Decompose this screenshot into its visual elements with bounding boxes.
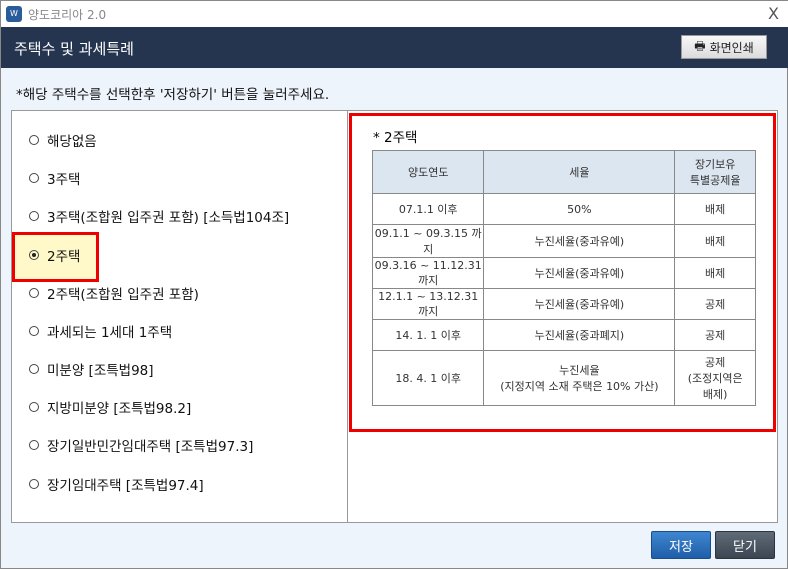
- radio-button[interactable]: [29, 479, 39, 489]
- title-bar: W 양도코리아 2.0 X: [1, 1, 788, 27]
- option-8[interactable]: 장기일반민간임대주택 [조특법97.3]: [29, 435, 253, 455]
- table-cell: 공제 (조정지역은 배제): [674, 350, 756, 406]
- tax-rate-table: 양도연도 세율 장기보유 특별공제율 07.1.1 이후 50% 배제 09.1.1 ~ …: [371, 150, 756, 406]
- print-screen-button[interactable]: 🖶 화면인쇄: [681, 35, 767, 59]
- table-cell: 12.1.1 ~ 13.12.31 까지: [371, 288, 485, 320]
- close-button[interactable]: 닫기: [715, 531, 775, 559]
- table-cell: 누진세율(중과폐지): [483, 319, 676, 351]
- table-row: 09.1.1 ~ 09.3.15 까지 누진세율(중과유예) 배제: [371, 224, 756, 258]
- divider: [347, 111, 348, 522]
- instruction-text: *해당 주택수를 선택한후 '저장하기' 버튼을 눌러주세요.: [16, 87, 330, 103]
- table-cell: 누진세율(중과유예): [483, 224, 676, 258]
- option-5[interactable]: 과세되는 1세대 1주택: [29, 321, 172, 341]
- table-cell: 09.3.16 ~ 11.12.31까지: [371, 257, 485, 289]
- table-row: 12.1.1 ~ 13.12.31 까지 누진세율(중과유예) 공제: [371, 288, 756, 320]
- option-label: 2주택: [47, 249, 81, 265]
- option-3[interactable]: 2주택: [29, 245, 80, 265]
- printer-icon: 🖶: [694, 38, 706, 53]
- table-cell: 50%: [483, 193, 676, 225]
- radio-button[interactable]: [29, 135, 39, 145]
- radio-button[interactable]: [29, 364, 39, 374]
- window-close-button[interactable]: X: [768, 4, 779, 23]
- table-row: 18. 4. 1 이후 누진세율 (지정지역 소재 주택은 10% 가산) 공제 (…: [371, 350, 756, 406]
- option-4[interactable]: 2주택(조합원 입주권 포함): [29, 283, 199, 303]
- table-cell: 배제: [674, 257, 756, 289]
- column-header: 세율: [483, 150, 676, 194]
- save-button[interactable]: 저장: [651, 531, 711, 559]
- radio-button[interactable]: [29, 211, 39, 221]
- option-6[interactable]: 미분양 [조특법98]: [29, 359, 154, 379]
- option-label: 해당없음: [47, 134, 97, 150]
- table-cell: 14. 1. 1 이후: [371, 319, 485, 351]
- detail-title: * 2주택: [373, 130, 418, 146]
- option-9[interactable]: 장기임대주택 [조특법97.4]: [29, 474, 204, 494]
- table-cell: 공제: [674, 288, 756, 320]
- option-2[interactable]: 3주택(조합원 입주권 포함) [소득법104조]: [29, 206, 289, 226]
- radio-button[interactable]: [29, 440, 39, 450]
- table-cell: 18. 4. 1 이후: [371, 350, 485, 406]
- table-cell: 07.1.1 이후: [371, 193, 485, 225]
- option-label: 장기임대주택 [조특법97.4]: [47, 478, 204, 494]
- table-cell: 배제: [674, 224, 756, 258]
- option-label: 3주택(조합원 입주권 포함) [소득법104조]: [47, 210, 290, 226]
- option-label: 2주택(조합원 입주권 포함): [47, 287, 199, 303]
- table-cell: 누진세율 (지정지역 소재 주택은 10% 가산): [483, 350, 676, 406]
- detail-box: * 2주택 양도연도 세율 장기보유 특별공제율 07.1.1 이후 50% 배제 09.…: [349, 113, 776, 432]
- main-panel: 해당없음 3주택 3주택(조합원 입주권 포함) [소득법104조] 2주택 2주택(조…: [11, 110, 778, 523]
- option-1[interactable]: 3주택: [29, 168, 80, 188]
- table-row: 07.1.1 이후 50% 배제: [371, 193, 756, 225]
- radio-button[interactable]: [29, 288, 39, 298]
- table-cell: 누진세율(중과유예): [483, 257, 676, 289]
- print-label: 화면인쇄: [709, 40, 754, 55]
- option-label: 3주택: [47, 172, 81, 188]
- option-0[interactable]: 해당없음: [29, 130, 97, 150]
- table-row: 14. 1. 1 이후 누진세율(중과폐지) 공제: [371, 319, 756, 351]
- option-label: 장기일반민간임대주택 [조특법97.3]: [47, 439, 254, 455]
- option-label: 지방미분양 [조특법98.2]: [47, 401, 192, 417]
- table-cell: 공제: [674, 319, 756, 351]
- column-header: 장기보유 특별공제율: [674, 150, 756, 194]
- table-cell: 09.1.1 ~ 09.3.15 까지: [371, 224, 485, 258]
- radio-button[interactable]: [29, 402, 39, 412]
- dialog-title: 주택수 및 과세특례: [14, 40, 134, 58]
- table-cell: 배제: [674, 193, 756, 225]
- table-row: 09.3.16 ~ 11.12.31까지 누진세율(중과유예) 배제: [371, 257, 756, 289]
- option-label: 미분양 [조특법98]: [47, 363, 154, 379]
- radio-button[interactable]: [29, 326, 39, 336]
- option-7[interactable]: 지방미분양 [조특법98.2]: [29, 397, 191, 417]
- column-header: 양도연도: [371, 150, 485, 194]
- option-label: 과세되는 1세대 1주택: [47, 325, 173, 341]
- app-icon: W: [6, 6, 22, 22]
- radio-button[interactable]: [29, 250, 39, 260]
- window-title: 양도코리아 2.0: [28, 7, 107, 22]
- table-cell: 누진세율(중과유예): [483, 288, 676, 320]
- radio-button[interactable]: [29, 173, 39, 183]
- dialog-header: 주택수 및 과세특례 🖶 화면인쇄: [1, 27, 788, 68]
